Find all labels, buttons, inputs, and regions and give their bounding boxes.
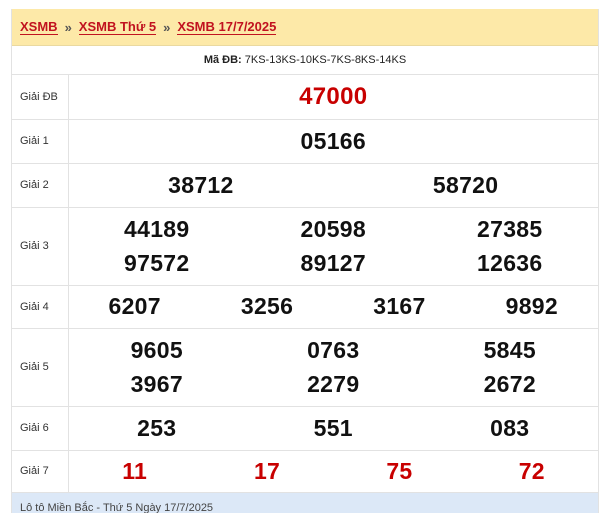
- loto-section-header: Lô tô Miền Bắc - Thứ 5 Ngày 17/7/2025: [12, 492, 598, 513]
- prize-label: Giải 4: [12, 285, 69, 329]
- prize-number: 0763: [307, 336, 360, 363]
- results-panel: XSMB » XSMB Thứ 5 » XSMB 17/7/2025 Mã ĐB…: [11, 9, 599, 513]
- prize-number: 3967: [130, 370, 183, 397]
- prize-row-7: Giải 7 11 17 75 72: [12, 450, 598, 493]
- prize-label: Giải 6: [12, 406, 69, 451]
- prize-row-6: Giải 6 253 551 083: [12, 406, 598, 451]
- breadcrumb: XSMB » XSMB Thứ 5 » XSMB 17/7/2025: [12, 9, 598, 46]
- special-code-value: 7KS-13KS-10KS-7KS-8KS-14KS: [244, 54, 407, 66]
- prize-number: 083: [490, 414, 530, 441]
- prize-number: 89127: [300, 249, 366, 276]
- prize-number: 97572: [124, 249, 190, 276]
- prize-number: 2279: [307, 370, 360, 397]
- breadcrumb-link-date[interactable]: XSMB 17/7/2025: [177, 19, 277, 35]
- special-code-row: Mã ĐB: 7KS-13KS-10KS-7KS-8KS-14KS: [12, 46, 598, 75]
- prize-number: 72: [518, 457, 545, 484]
- prize-number: 17: [253, 457, 281, 484]
- prize-label: Giải 7: [12, 450, 69, 493]
- prize-number: 3167: [373, 293, 426, 319]
- breadcrumb-link-xsmb-thu5[interactable]: XSMB Thứ 5: [78, 19, 157, 35]
- prize-number: 44189: [124, 215, 190, 242]
- prize-number: 551: [313, 414, 353, 441]
- prize-number: 75: [386, 457, 413, 484]
- prize-row-3: Giải 3 44189 20598 27385 97572 89127 126…: [12, 207, 598, 286]
- breadcrumb-link-xsmb[interactable]: XSMB: [20, 19, 58, 35]
- prize-label: Giải 3: [12, 207, 69, 286]
- prize-label: Giải 1: [12, 119, 69, 164]
- prize-number: 20598: [300, 215, 366, 242]
- prize-row-1: Giải 1 05166: [12, 119, 598, 164]
- special-code-label: Mã ĐB:: [203, 54, 242, 66]
- prize-number: 5845: [483, 336, 536, 363]
- prize-row-4: Giải 4 6207 3256 3167 9892: [12, 285, 598, 329]
- prize-number: 58720: [432, 171, 499, 198]
- prize-label: Giải 5: [12, 328, 69, 407]
- prize-number: 05166: [300, 127, 366, 154]
- prize-number: 253: [137, 414, 177, 441]
- prize-row-5: Giải 5 9605 0763 5845 3967 2279 2672: [12, 328, 598, 407]
- prize-label: Giải 2: [12, 163, 69, 208]
- prize-row-db: Giải ĐB 47000: [12, 75, 598, 120]
- prize-label: Giải ĐB: [12, 75, 69, 120]
- prize-number: 27385: [477, 215, 543, 242]
- breadcrumb-separator: »: [163, 19, 171, 35]
- prize-number: 38712: [168, 171, 234, 198]
- prize-row-2: Giải 2 38712 58720: [12, 163, 598, 208]
- prize-number: 6207: [108, 293, 161, 319]
- prize-number: 9892: [505, 293, 558, 319]
- prize-number: 3256: [240, 293, 294, 319]
- special-prize-number: 47000: [299, 82, 368, 110]
- breadcrumb-separator: »: [64, 19, 72, 35]
- prize-number: 11: [122, 457, 148, 484]
- prize-number: 2672: [483, 370, 536, 397]
- prize-number: 9605: [130, 336, 183, 363]
- results-table: Giải ĐB 47000 Giải 1 05166 Giải 2 38712 …: [12, 75, 598, 493]
- prize-number: 12636: [477, 249, 543, 276]
